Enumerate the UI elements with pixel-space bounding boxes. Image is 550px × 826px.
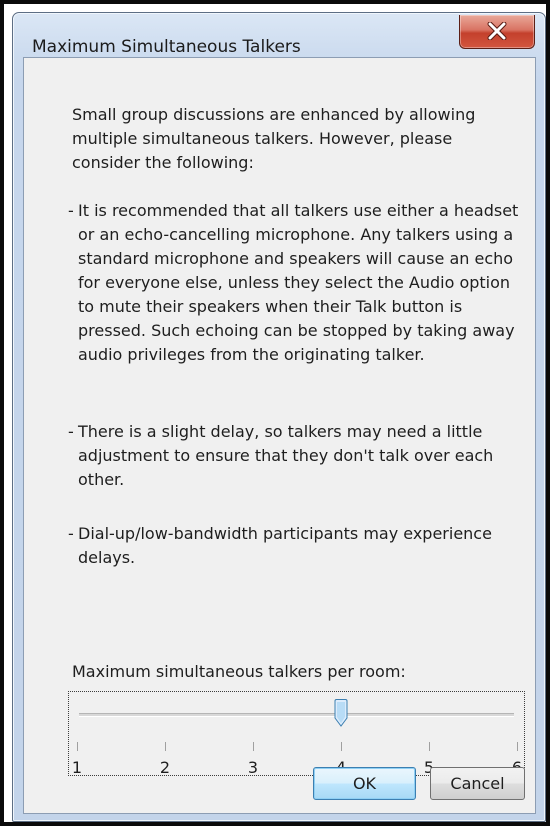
bullet-text: There is a slight delay, so talkers may …	[78, 422, 494, 489]
bullet-text: It is recommended that all talkers use e…	[78, 201, 519, 364]
slider-tick-label-1: 1	[71, 758, 83, 777]
ok-button[interactable]: OK	[313, 767, 416, 800]
close-x-icon	[487, 22, 507, 40]
slider-tick-2	[165, 742, 166, 751]
slider-tick-label-3: 3	[247, 758, 259, 777]
bullet-marker: -	[68, 524, 74, 543]
dialog-content: Small group discussions are enhanced by …	[23, 57, 536, 814]
cancel-button[interactable]: Cancel	[430, 767, 525, 800]
slider-track[interactable]	[79, 713, 514, 717]
bullet-marker: -	[68, 201, 74, 220]
intro-text: Small group discussions are enhanced by …	[72, 105, 476, 172]
bullet-marker: -	[68, 422, 74, 441]
bullet-text: Dial-up/low-bandwidth participants may e…	[78, 524, 492, 567]
slider-label: Maximum simultaneous talkers per room:	[72, 662, 406, 681]
slider-tick-6	[517, 742, 518, 751]
slider-tick-1	[77, 742, 78, 751]
window-title: Maximum Simultaneous Talkers	[32, 37, 301, 57]
dialog-window: Maximum Simultaneous Talkers Small group…	[12, 12, 546, 822]
close-button[interactable]	[459, 15, 535, 49]
screenshot-frame: Maximum Simultaneous Talkers Small group…	[0, 0, 550, 826]
slider-tick-5	[429, 742, 430, 751]
talkers-slider[interactable]: 123456	[68, 691, 525, 777]
slider-tick-label-2: 2	[159, 758, 171, 777]
slider-tick-4	[341, 742, 342, 751]
slider-tick-3	[253, 742, 254, 751]
slider-thumb[interactable]	[334, 699, 348, 727]
